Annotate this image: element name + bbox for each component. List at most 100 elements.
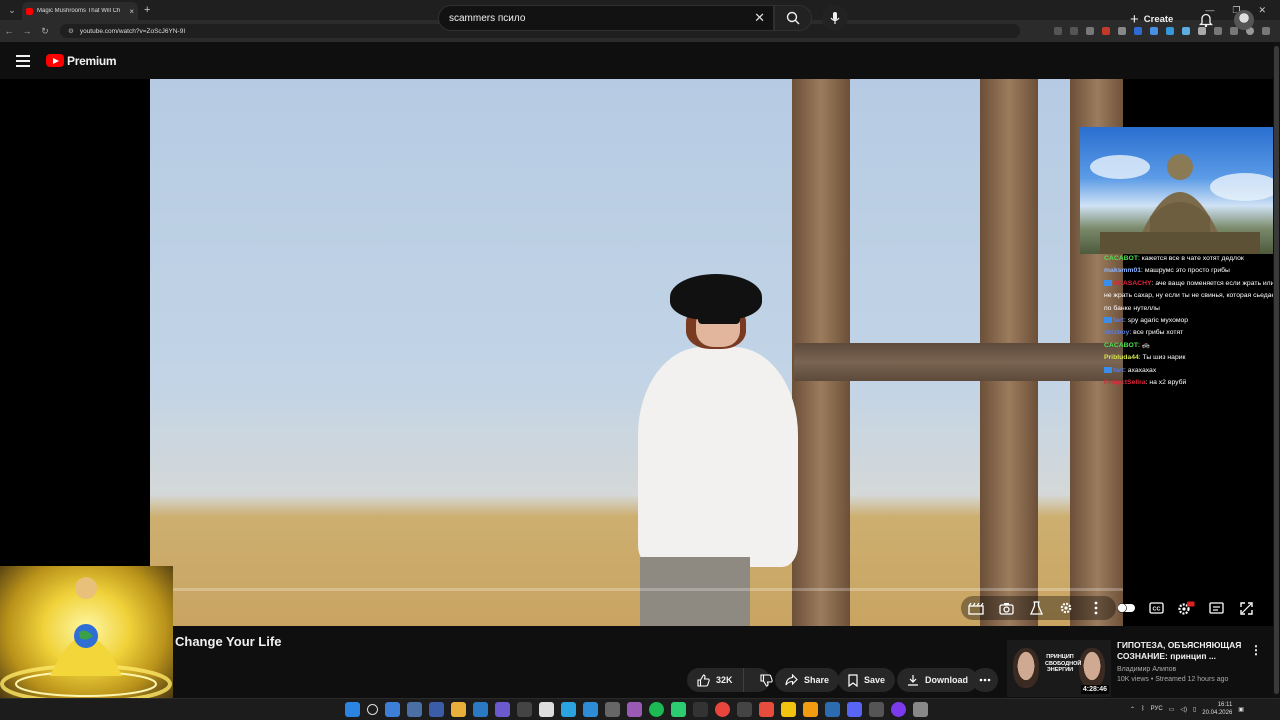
golden-buddha-overlay-image xyxy=(0,566,173,706)
fullscreen-button[interactable] xyxy=(1231,596,1261,620)
discord-icon[interactable] xyxy=(847,702,862,717)
app-icon[interactable] xyxy=(583,702,598,717)
download-button[interactable]: Download xyxy=(897,668,978,692)
close-window-button[interactable]: ✕ xyxy=(1258,5,1266,16)
app-icon[interactable] xyxy=(517,702,532,717)
chrome-icon[interactable] xyxy=(715,702,730,717)
forward-icon[interactable]: → xyxy=(18,26,36,36)
autoplay-toggle[interactable] xyxy=(1111,596,1141,620)
clear-search-icon[interactable]: ✕ xyxy=(754,10,765,26)
app-icon[interactable] xyxy=(781,702,796,717)
search-button[interactable] xyxy=(774,5,812,31)
recommended-video-title[interactable]: ГИПОТЕЗА, ОБЪЯСНЯЮЩАЯ СОЗНАНИЕ: принцип … xyxy=(1117,640,1257,662)
volume-icon[interactable]: ◁) xyxy=(1180,706,1187,713)
voice-search-button[interactable] xyxy=(822,5,848,31)
extension-settings-button[interactable] xyxy=(1051,596,1081,620)
windows-start-icon[interactable] xyxy=(345,702,360,717)
more-actions-button[interactable] xyxy=(972,668,998,692)
app-icon[interactable] xyxy=(473,702,488,717)
app-icon[interactable] xyxy=(759,702,774,717)
app-icon[interactable] xyxy=(627,702,642,717)
app-icon[interactable] xyxy=(693,702,708,717)
recommended-video[interactable]: ПРИНЦИП СВОБОДНОЙ ЭНЕРГИИ 4:28:46 ГИПОТЕ… xyxy=(1007,640,1273,698)
subtitles-button[interactable]: CC xyxy=(1141,596,1171,620)
recommended-video-thumbnail[interactable]: ПРИНЦИП СВОБОДНОЙ ЭНЕРГИИ 4:28:46 xyxy=(1007,640,1111,697)
calendar-icon[interactable] xyxy=(539,702,554,717)
tray-chevron-icon[interactable]: ⌃ xyxy=(1130,706,1135,713)
youtube-logo[interactable]: Premium xyxy=(46,53,117,68)
more-options-button[interactable] xyxy=(1081,596,1111,620)
app-icon[interactable] xyxy=(891,702,906,717)
app-icon[interactable] xyxy=(429,702,444,717)
language-indicator[interactable]: РУС xyxy=(1151,706,1163,712)
clapperboard-button[interactable] xyxy=(961,596,991,620)
system-tray: ⌃ ᛒ РУС ▭ ◁) ▯ 16:11 20.04.2026 ▣ xyxy=(1130,701,1244,717)
puzzle-icon[interactable] xyxy=(1214,27,1222,35)
recommended-video-meta: 10K views • Streamed 12 hours ago xyxy=(1117,676,1229,683)
horizontal-dots-icon xyxy=(979,678,991,682)
app-icon[interactable] xyxy=(407,702,422,717)
video-player[interactable] xyxy=(150,79,1123,626)
zoom-icon[interactable] xyxy=(1054,27,1062,35)
site-info-icon[interactable]: ⚙ xyxy=(68,27,74,35)
app-icon[interactable] xyxy=(671,702,686,717)
tab-search-icon[interactable]: ⌄ xyxy=(4,2,20,18)
bookmark-star-icon[interactable] xyxy=(1086,27,1094,35)
theater-icon xyxy=(1208,602,1224,614)
create-button[interactable]: + Create xyxy=(1130,8,1173,30)
app-icon[interactable] xyxy=(737,702,752,717)
search-icon xyxy=(786,11,800,25)
recommended-video-channel[interactable]: Владимир Алипов xyxy=(1117,666,1257,673)
thumbnail-caption: ПРИНЦИП СВОБОДНОЙ ЭНЕРГИИ xyxy=(1045,654,1082,673)
notifications-button[interactable] xyxy=(1198,12,1214,32)
search-icon[interactable] xyxy=(367,704,378,715)
reload-icon[interactable]: ↻ xyxy=(36,26,54,37)
install-icon[interactable] xyxy=(1070,27,1078,35)
logo-text: Premium xyxy=(67,53,117,68)
battery-icon[interactable]: ▯ xyxy=(1193,706,1196,713)
notifications-icon[interactable]: ▣ xyxy=(1238,706,1244,713)
spotify-icon[interactable] xyxy=(649,702,664,717)
back-icon[interactable]: ← xyxy=(0,26,18,36)
menu-dots-icon[interactable] xyxy=(1262,27,1270,35)
system-clock[interactable]: 16:11 20.04.2026 xyxy=(1202,701,1232,717)
screenshot-button[interactable] xyxy=(991,596,1021,620)
experiment-button[interactable] xyxy=(1021,596,1051,620)
browser-tab[interactable]: Magic Mushrooms That Will Ch × xyxy=(22,2,138,20)
youtube-favicon-icon xyxy=(26,7,33,15)
new-tab-button[interactable]: + xyxy=(144,4,150,16)
thumbnail-face-right xyxy=(1079,648,1105,688)
telegram-icon[interactable] xyxy=(561,702,576,717)
settings-button[interactable] xyxy=(1171,596,1201,620)
menu-icon[interactable] xyxy=(16,54,30,67)
video-progress-bar[interactable] xyxy=(150,588,1123,591)
account-avatar[interactable] xyxy=(1234,10,1254,30)
app-icon[interactable] xyxy=(605,702,620,717)
recommended-video-menu-icon[interactable]: ⋮ xyxy=(1250,643,1262,657)
app-icon[interactable] xyxy=(495,702,510,717)
page-scrollbar-thumb[interactable] xyxy=(1274,46,1279,694)
app-icon[interactable] xyxy=(803,702,818,717)
bluetooth-icon[interactable]: ᛒ xyxy=(1141,706,1145,712)
chat-username: maksmm01 xyxy=(1104,267,1142,275)
extension-icon[interactable] xyxy=(1102,27,1110,35)
theater-mode-button[interactable] xyxy=(1201,596,1231,620)
widgets-icon[interactable] xyxy=(385,702,400,717)
chat-message: fart: spy agaric мухомор xyxy=(1104,315,1280,327)
thumbs-down-icon xyxy=(759,673,773,687)
like-button[interactable]: 32K xyxy=(687,668,744,692)
tab-close-icon[interactable]: × xyxy=(129,7,134,16)
app-icon[interactable] xyxy=(869,702,884,717)
app-icon[interactable] xyxy=(825,702,840,717)
settings-icon[interactable] xyxy=(913,702,928,717)
share-button[interactable]: Share xyxy=(775,668,840,692)
extension-icon[interactable] xyxy=(1118,27,1126,35)
save-button[interactable]: Save xyxy=(838,668,896,692)
extension-icon[interactable] xyxy=(1182,27,1190,35)
tab-title: Magic Mushrooms That Will Ch xyxy=(37,8,121,14)
search-input[interactable]: scammers псило ✕ xyxy=(438,5,774,31)
folder-icon[interactable] xyxy=(451,702,466,717)
network-icon[interactable]: ▭ xyxy=(1169,706,1175,713)
sidebar-icon[interactable] xyxy=(1230,27,1238,35)
chat-message: CACABOT: 🚓 xyxy=(1104,341,1151,349)
